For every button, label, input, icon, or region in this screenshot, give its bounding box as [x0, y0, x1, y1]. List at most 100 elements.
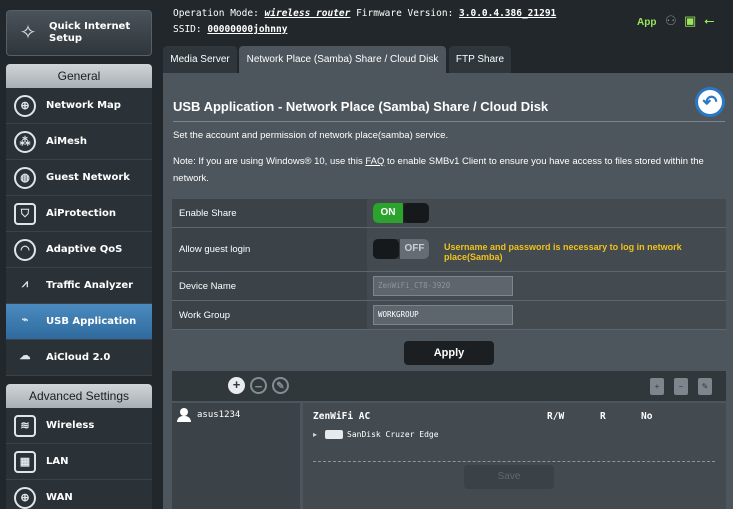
wifi-icon: ≋ — [14, 414, 36, 437]
apply-button[interactable]: Apply — [404, 341, 494, 365]
sidebar-item-traffic-analyzer[interactable]: ⩘ Traffic Analyzer — [6, 268, 152, 304]
quick-internet-setup-button[interactable]: ✧ Quick Internet Setup — [6, 10, 152, 56]
sidebar-item-guest-network[interactable]: ◍ Guest Network — [6, 160, 152, 196]
rename-folder-icon[interactable]: ✎ — [698, 378, 712, 395]
faq-link[interactable]: FAQ — [365, 156, 384, 167]
tab-media-server[interactable]: Media Server — [163, 46, 237, 73]
toggle-knob — [373, 239, 399, 259]
top-header: Operation Mode: wireless router Firmware… — [157, 0, 733, 44]
work-group-row: Work Group WORKGROUP — [172, 301, 726, 330]
sidebar-item-adaptive-qos[interactable]: ◠ Adaptive QoS — [6, 232, 152, 268]
shield-icon: ⛉ — [14, 202, 36, 225]
guest-login-toggle[interactable]: OFF — [373, 239, 429, 259]
save-button[interactable]: Save — [464, 465, 554, 489]
traffic-icon: ⩘ — [21, 277, 29, 290]
drive-name: SanDisk Cruzer Edge — [347, 430, 439, 439]
internet-status-icon[interactable]: ▣ — [684, 13, 696, 29]
permission-panel: ZenWiFi AC R/W R No ▸ SanDisk Cruzer Edg… — [303, 403, 726, 509]
back-button[interactable]: ↶ — [695, 87, 725, 117]
sidebar-item-label: Traffic Analyzer — [46, 280, 134, 291]
sidebar-item-network-map[interactable]: ⊕ Network Map — [6, 88, 152, 124]
toggle-state: OFF — [400, 239, 429, 259]
lan-icon: ▦ — [14, 450, 36, 473]
device-name-label: Device Name — [172, 272, 367, 300]
tab-samba-share[interactable]: Network Place (Samba) Share / Cloud Disk — [239, 46, 446, 73]
sidebar-item-wan[interactable]: ⊕ WAN — [6, 480, 152, 509]
settings-table: Enable Share ON Allow guest login OFF Us… — [172, 199, 726, 330]
page-title: USB Application - Network Place (Samba) … — [173, 99, 549, 114]
sidebar-item-aiprotection[interactable]: ⛉ AiProtection — [6, 196, 152, 232]
cloud-icon: ☁ — [19, 349, 31, 362]
title-divider — [173, 121, 725, 122]
wan-globe-icon: ⊕ — [14, 486, 36, 509]
list-item[interactable]: asus1234 — [177, 408, 240, 422]
app-link[interactable]: App — [637, 17, 656, 28]
enable-share-toggle[interactable]: ON — [373, 203, 429, 223]
description-text: Set the account and permission of networ… — [173, 130, 449, 141]
sidebar-item-aimesh[interactable]: ⁂ AiMesh — [6, 124, 152, 160]
ssid-label: SSID: — [173, 24, 202, 35]
delete-folder-icon[interactable]: − — [674, 378, 688, 395]
guest-login-row: Allow guest login OFF Username and passw… — [172, 228, 726, 272]
gauge-icon: ◠ — [14, 238, 36, 261]
clients-icon[interactable]: ⚇ — [665, 13, 677, 29]
guest-login-label: Allow guest login — [172, 228, 367, 271]
sidebar-item-label: AiCloud 2.0 — [46, 352, 111, 363]
add-account-icon[interactable]: + — [228, 377, 245, 394]
sidebar-item-aicloud[interactable]: ☁ AiCloud 2.0 — [6, 340, 152, 376]
user-icon — [177, 408, 191, 422]
ssid-line: SSID: 00000000johnny — [173, 24, 287, 35]
sidebar-item-label: USB Application — [46, 316, 137, 327]
enable-share-label: Enable Share — [172, 199, 367, 227]
usb-status-icon[interactable]: ⭠ — [704, 13, 714, 29]
note-text: Note: If you are using Windows® 10, use … — [173, 153, 729, 187]
perm-no-header: No — [641, 411, 653, 422]
account-name: asus1234 — [197, 410, 241, 420]
sidebar-item-lan[interactable]: ▦ LAN — [6, 444, 152, 480]
drive-row[interactable]: ▸ SanDisk Cruzer Edge — [313, 430, 439, 439]
sidebar-item-label: Network Map — [46, 100, 121, 111]
tab-ftp-share[interactable]: FTP Share — [449, 46, 511, 73]
usb-icon: ⌁ — [21, 313, 29, 326]
perm-r-header: R — [600, 411, 606, 422]
work-group-input[interactable]: WORKGROUP — [373, 305, 513, 325]
delete-account-icon[interactable]: − — [250, 377, 267, 394]
setup-wand-icon: ✧ — [19, 22, 37, 44]
advanced-menu: ≋ Wireless ▦ LAN ⊕ WAN — [6, 408, 152, 509]
sidebar-item-label: AiProtection — [46, 208, 116, 219]
device-header: ZenWiFi AC — [313, 411, 371, 422]
sidebar-item-usb-application[interactable]: ⌁ USB Application — [6, 304, 152, 340]
toggle-state: ON — [373, 203, 403, 223]
op-mode-link[interactable]: wireless router — [265, 8, 351, 19]
dashed-divider — [313, 461, 715, 462]
ssid-link[interactable]: 00000000johnny — [207, 24, 287, 35]
device-name-input[interactable]: ZenWiFi_CT8-3920 — [373, 276, 513, 296]
account-list: asus1234 — [172, 403, 300, 509]
edit-account-icon[interactable]: ✎ — [272, 377, 289, 394]
perm-rw-header: R/W — [547, 411, 565, 422]
sidebar-item-label: LAN — [46, 456, 69, 467]
sidebar-item-wireless[interactable]: ≋ Wireless — [6, 408, 152, 444]
advanced-section-header: Advanced Settings — [6, 384, 152, 408]
account-toolbar: + − ✎ + − ✎ — [172, 371, 726, 401]
guest-network-icon: ◍ — [14, 166, 36, 189]
firmware-label: Firmware Version: — [356, 8, 454, 19]
globe-icon: ⊕ — [14, 94, 36, 117]
general-section-header: General — [6, 64, 152, 88]
sidebar: ✧ Quick Internet Setup General ⊕ Network… — [0, 0, 157, 509]
mesh-icon: ⁂ — [14, 130, 36, 153]
device-name-row: Device Name ZenWiFi_CT8-3920 — [172, 272, 726, 301]
quick-setup-label: Quick Internet Setup — [49, 21, 131, 44]
back-arrow-icon: ↶ — [702, 92, 718, 112]
op-mode-label: Operation Mode: — [173, 8, 259, 19]
expand-icon[interactable]: ▸ — [313, 430, 317, 439]
disk-icon — [325, 430, 344, 439]
firmware-link[interactable]: 3.0.0.4.386_21291 — [459, 8, 556, 19]
sidebar-item-label: Guest Network — [46, 172, 130, 183]
content-panel: USB Application - Network Place (Samba) … — [163, 73, 733, 509]
new-folder-icon[interactable]: + — [650, 378, 664, 395]
enable-share-row: Enable Share ON — [172, 199, 726, 228]
sidebar-item-label: WAN — [46, 492, 73, 503]
general-menu: ⊕ Network Map ⁂ AiMesh ◍ Guest Network ⛉… — [6, 88, 152, 376]
guest-warning-text: Username and password is necessary to lo… — [444, 242, 682, 262]
